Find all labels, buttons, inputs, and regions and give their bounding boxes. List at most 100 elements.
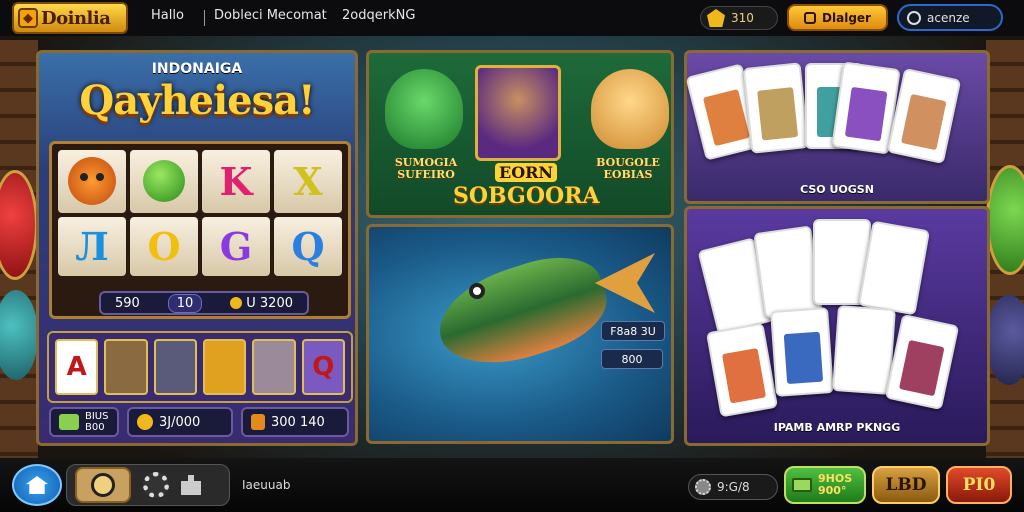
slot-card[interactable] bbox=[104, 339, 148, 395]
playing-card[interactable] bbox=[770, 307, 834, 397]
fishing-stat-1: F8a8 3U bbox=[601, 321, 665, 341]
reel-symbol bbox=[130, 150, 198, 213]
gear-icon[interactable] bbox=[143, 472, 169, 498]
left-character-label: SUMOGIA SUFEIRO bbox=[394, 156, 458, 181]
reel-footer: 590 10 U 3200 bbox=[99, 291, 309, 315]
search-icon bbox=[907, 10, 921, 25]
card-art bbox=[825, 243, 861, 293]
card-art bbox=[783, 331, 824, 385]
bonus-chip-label: BIUS bbox=[85, 411, 109, 422]
coin-icon bbox=[230, 297, 243, 309]
character-game-panel[interactable]: SUMOGIA SUFEIRO BOUGOLE EOBIAS EORN SOBG… bbox=[366, 50, 674, 218]
slot-card[interactable] bbox=[252, 339, 296, 395]
card-art bbox=[871, 246, 917, 302]
bottom-label[interactable]: Iaeuuab bbox=[242, 478, 290, 492]
bottom-bar: Iaeuuab 9:G/8 9HOS 900° LBD PI0 bbox=[0, 458, 1024, 512]
coin-icon bbox=[137, 414, 153, 430]
reel-footer-mid[interactable]: 10 bbox=[167, 293, 203, 313]
card-art bbox=[721, 347, 767, 404]
right-purple-ornament bbox=[986, 295, 1024, 385]
bonus-chip[interactable]: BIUS B00 bbox=[49, 407, 119, 437]
card-art bbox=[900, 93, 947, 151]
prize-chip-value: 300 140 bbox=[271, 414, 325, 430]
playing-card[interactable] bbox=[705, 322, 779, 418]
reel-footer-left: 590 bbox=[114, 295, 140, 311]
lock-icon bbox=[804, 11, 817, 24]
slot-card[interactable] bbox=[202, 339, 247, 395]
jackpot-chip-value: 3J/000 bbox=[159, 414, 201, 430]
card-art bbox=[768, 250, 812, 306]
slot-subtitle: INDONAIGA bbox=[151, 61, 243, 77]
slot-card-row: AQ bbox=[47, 331, 353, 403]
search-label: acenze bbox=[927, 10, 970, 25]
nav-link-3[interactable]: 2odqerkNG bbox=[342, 8, 415, 23]
reel-symbol: X bbox=[274, 150, 342, 213]
character-caption-top: EORN bbox=[495, 163, 558, 182]
fishing-stat-2: 800 bbox=[601, 349, 663, 369]
search-button[interactable]: acenze bbox=[897, 4, 1003, 31]
top-bar: ◆ Doinlia Hallo Dobleci Mecomat 2odqerkN… bbox=[0, 0, 1024, 36]
history-button[interactable] bbox=[75, 467, 131, 503]
clock-icon bbox=[91, 473, 115, 497]
fish-eye bbox=[469, 283, 485, 299]
yellow-cat-character bbox=[591, 69, 669, 149]
reel-symbol: Q bbox=[274, 216, 342, 276]
home-button[interactable] bbox=[12, 464, 62, 506]
slot-title: Qayheiesa! bbox=[79, 77, 315, 124]
slot-game-panel[interactable]: INDONAIGA Qayheiesa! KXЛOGQ 590 10 U 320… bbox=[36, 50, 358, 446]
card-art bbox=[757, 87, 799, 141]
reel-footer-right: U 3200 bbox=[246, 295, 293, 311]
playing-card[interactable] bbox=[742, 62, 810, 154]
balance-value: 9:G/8 bbox=[717, 480, 750, 494]
reel-symbol: O bbox=[130, 216, 198, 276]
card-game-panel-bottom[interactable]: IPAMB AMRP PKNGG bbox=[684, 206, 990, 446]
card-art bbox=[714, 262, 762, 321]
money-icon bbox=[59, 414, 79, 430]
play-button[interactable]: PI0 bbox=[946, 466, 1012, 504]
playing-card[interactable] bbox=[832, 305, 896, 395]
card-art bbox=[702, 88, 750, 147]
nav-link-home[interactable]: Hallo bbox=[151, 8, 184, 23]
character-caption-main: SOBGOORA bbox=[453, 183, 600, 209]
slot-card[interactable]: A bbox=[55, 339, 99, 395]
green-cat-character bbox=[385, 69, 463, 149]
logo-text: Doinlia bbox=[41, 7, 111, 29]
reel-symbol: K bbox=[202, 150, 270, 213]
coin-icon bbox=[707, 9, 725, 27]
card-art bbox=[844, 329, 885, 383]
hero-portrait bbox=[475, 65, 561, 161]
card-art bbox=[898, 339, 945, 397]
slot-card[interactable]: Q bbox=[301, 339, 345, 395]
card-panel-bottom-caption: IPAMB AMRP PKNGG bbox=[773, 421, 901, 434]
home-icon bbox=[26, 476, 48, 494]
login-button[interactable]: Dlalger bbox=[787, 4, 888, 31]
coin-balance[interactable]: 310 bbox=[700, 6, 778, 30]
puzzle-icon[interactable] bbox=[181, 475, 201, 495]
fishing-game-panel[interactable]: F8a8 3U 800 bbox=[366, 224, 674, 444]
nav-divider bbox=[204, 10, 205, 26]
chip-icon bbox=[695, 479, 711, 495]
fish-illustration bbox=[427, 242, 617, 382]
nav-link-2[interactable]: Dobleci Mecomat bbox=[214, 8, 327, 23]
cash-button-bottom: 900° bbox=[818, 484, 847, 497]
coin-value: 310 bbox=[731, 11, 754, 25]
prize-chip[interactable]: 300 140 bbox=[241, 407, 349, 437]
logo[interactable]: ◆ Doinlia bbox=[12, 2, 128, 34]
cash-button[interactable]: 9HOS 900° bbox=[784, 466, 866, 504]
login-label: Dlalger bbox=[822, 10, 871, 25]
money-icon bbox=[792, 478, 812, 492]
jackpot-chip[interactable]: 3J/000 bbox=[127, 407, 233, 437]
playing-card[interactable] bbox=[884, 313, 960, 411]
bonus-chip-value: B00 bbox=[85, 422, 105, 433]
card-game-panel-top[interactable]: CSO UOGSN bbox=[684, 50, 990, 204]
green-gem-icon bbox=[143, 160, 185, 203]
balance-pill[interactable]: 9:G/8 bbox=[688, 474, 778, 500]
card-art bbox=[844, 86, 888, 142]
slot-card[interactable] bbox=[153, 339, 197, 395]
logo-icon: ◆ bbox=[18, 8, 38, 28]
chest-icon bbox=[251, 414, 265, 430]
reel-symbol: Л bbox=[58, 216, 126, 276]
card-panel-top-caption: CSO UOGSN bbox=[800, 183, 874, 196]
lbd-button[interactable]: LBD bbox=[872, 466, 940, 504]
right-character-label: BOUGOLE EOBIAS bbox=[596, 156, 660, 181]
